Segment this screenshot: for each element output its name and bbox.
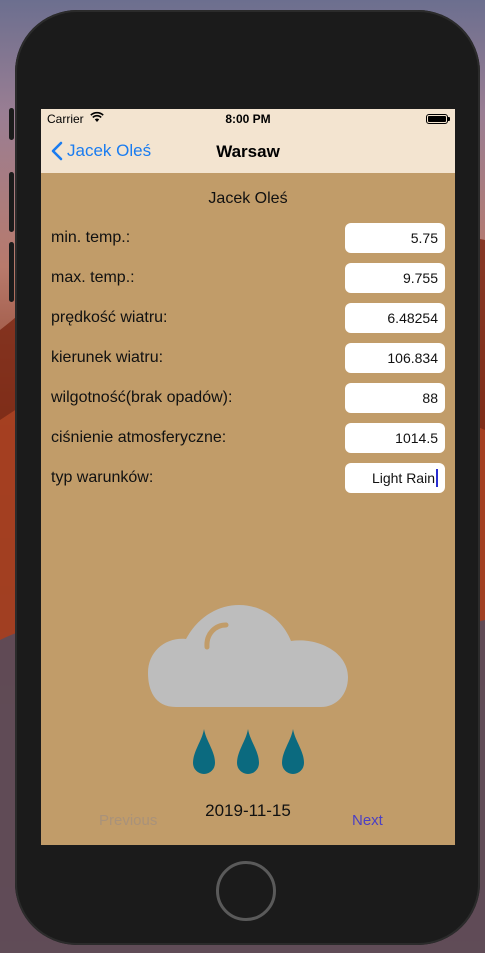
wind-speed-row: prędkość wiatru: 6.48254 (51, 303, 445, 333)
raindrop (193, 729, 215, 774)
min-temp-row: min. temp.: 5.75 (51, 223, 445, 253)
text-cursor (436, 469, 438, 488)
mute-switch (9, 108, 14, 140)
humidity-row: wilgotność(brak opadów): 88 (51, 383, 445, 413)
status-time: 8:00 PM (225, 112, 271, 126)
wind-direction-field[interactable]: 106.834 (345, 343, 445, 373)
pressure-field[interactable]: 1014.5 (345, 423, 445, 453)
conditions-field[interactable]: Light Rain (345, 463, 445, 493)
wind-speed-field[interactable]: 6.48254 (345, 303, 445, 333)
conditions-label: typ warunków: (51, 469, 154, 486)
volume-down-button (9, 242, 14, 302)
max-temp-field[interactable]: 9.755 (345, 263, 445, 293)
humidity-field[interactable]: 88 (345, 383, 445, 413)
wind-direction-label: kierunek wiatru: (51, 349, 164, 366)
wind-direction-row: kierunek wiatru: 106.834 (51, 343, 445, 373)
nav-title: Warsaw (216, 142, 280, 161)
person-name: Jacek Oleś (208, 190, 288, 207)
conditions-row: typ warunków: Light Rain (51, 463, 445, 493)
conditions-value: Light Rain (371, 470, 435, 486)
previous-button[interactable]: Previous (99, 812, 157, 829)
volume-up-button (9, 172, 14, 232)
max-temp-label: max. temp.: (51, 269, 135, 286)
pressure-row: ciśnienie atmosferyczne: 1014.5 (51, 423, 445, 453)
max-temp-row: max. temp.: 9.755 (51, 263, 445, 293)
battery-icon (426, 114, 450, 124)
home-button[interactable] (216, 861, 276, 921)
cloud-shape (148, 605, 348, 707)
pressure-label: ciśnienie atmosferyczne: (51, 429, 227, 446)
min-temp-label: min. temp.: (51, 229, 131, 246)
raindrop (237, 729, 259, 774)
light-rain-icon (148, 605, 348, 774)
humidity-label: wilgotność(brak opadów): (51, 389, 233, 406)
status-bar: Carrier 8:00 PM (41, 109, 455, 129)
raindrop (282, 729, 304, 774)
app-screen: Carrier 8:00 PM Jacek Oleś Warsaw Jacek … (41, 109, 455, 845)
navigation-bar: Jacek Oleś Warsaw (41, 129, 455, 173)
next-button[interactable]: Next (352, 812, 383, 829)
wind-speed-label: prędkość wiatru: (51, 309, 168, 326)
min-temp-field[interactable]: 5.75 (345, 223, 445, 253)
